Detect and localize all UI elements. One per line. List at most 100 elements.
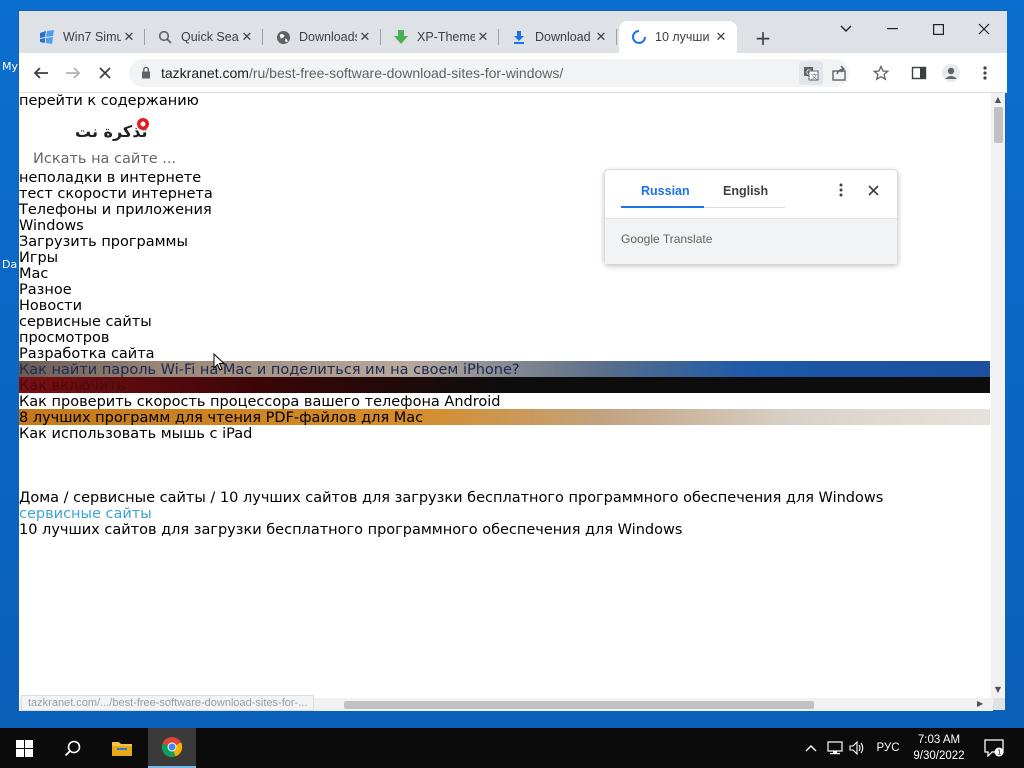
vertical-scrollbar[interactable]: ▲ ▼ bbox=[991, 93, 1005, 698]
close-icon[interactable]: ✕ bbox=[713, 29, 729, 45]
tab-xp-theme[interactable]: XP-Theme ✕ bbox=[381, 21, 499, 53]
green-arrow-favicon bbox=[393, 29, 409, 45]
maximize-button[interactable] bbox=[915, 15, 961, 43]
desktop-icon-label[interactable]: Da bbox=[2, 258, 17, 271]
close-icon[interactable]: ✕ bbox=[121, 29, 137, 45]
nav-item[interactable]: Mac bbox=[19, 266, 48, 282]
scrollbar-thumb[interactable] bbox=[994, 107, 1003, 143]
volume-icon[interactable] bbox=[846, 728, 868, 768]
mouse-cursor-icon bbox=[213, 353, 225, 371]
close-icon[interactable]: ✕ bbox=[357, 29, 373, 45]
web-page-content: перейти к содержанию تذكرة نت Искать на … bbox=[19, 93, 993, 698]
featured-image[interactable] bbox=[19, 377, 990, 393]
share-icon[interactable] bbox=[827, 61, 851, 85]
close-icon[interactable]: ✕ bbox=[475, 29, 491, 45]
new-tab-button[interactable]: + bbox=[751, 26, 775, 50]
win7-favicon bbox=[39, 29, 55, 45]
source-language-tab[interactable]: Russian bbox=[641, 184, 690, 198]
nav-item[interactable]: просмотров bbox=[19, 330, 109, 346]
tab-title: 10 лучши bbox=[655, 30, 710, 44]
tab-strip: Win7 Simu ✕ Quick Sear ✕ Downloads ✕ XP-… bbox=[19, 11, 1007, 53]
show-hidden-icons-chevron-icon[interactable] bbox=[800, 728, 822, 768]
clock-date: 9/30/2022 bbox=[913, 750, 965, 762]
scroll-right-arrow-icon[interactable]: ▶ bbox=[977, 699, 983, 708]
search-icon bbox=[64, 740, 80, 756]
close-window-button[interactable] bbox=[961, 15, 1007, 43]
side-panel-icon[interactable] bbox=[905, 59, 933, 87]
scroll-up-arrow-icon[interactable]: ▲ bbox=[993, 95, 1003, 104]
start-button[interactable] bbox=[0, 728, 48, 768]
nav-item[interactable]: Windows bbox=[19, 218, 84, 234]
featured-article-link[interactable]: 8 лучших программ для чтения PDF-файлов … bbox=[19, 410, 423, 426]
nav-item[interactable]: сервисные сайты bbox=[19, 314, 152, 330]
search-button[interactable] bbox=[48, 728, 96, 768]
address-bar[interactable]: tazkranet.com/ru/best-free-software-down… bbox=[129, 59, 849, 87]
translate-icon[interactable]: G文 bbox=[799, 61, 823, 85]
featured-article-link[interactable]: Как найти пароль Wi-Fi на Mac и поделить… bbox=[19, 362, 520, 378]
profile-avatar-icon[interactable] bbox=[937, 59, 965, 87]
network-icon[interactable] bbox=[824, 728, 846, 768]
breadcrumb: Дома / сервисные сайты / 10 лучших сайто… bbox=[19, 490, 884, 506]
tab-quick-search[interactable]: Quick Sear ✕ bbox=[145, 21, 263, 53]
status-bubble: tazkranet.com/.../best-free-software-dow… bbox=[21, 695, 315, 711]
featured-article-link[interactable]: Как проверить скорость процессора вашего… bbox=[19, 394, 501, 410]
nav-item[interactable]: Разработка сайта bbox=[19, 346, 155, 362]
folder-icon bbox=[112, 742, 132, 756]
category-link[interactable]: сервисные сайты bbox=[19, 506, 152, 522]
globe-favicon bbox=[275, 29, 291, 45]
nav-item[interactable]: неполадки в интернете bbox=[19, 170, 201, 186]
forward-button[interactable] bbox=[59, 59, 87, 87]
tab-title: Quick Sear bbox=[181, 30, 239, 44]
chrome-icon bbox=[161, 737, 183, 758]
tab-title: Downloads bbox=[299, 30, 357, 44]
tab-title: Download bbox=[535, 30, 591, 44]
scrollbar-thumb[interactable] bbox=[344, 701, 814, 709]
lock-icon[interactable] bbox=[141, 66, 151, 79]
stop-loading-button[interactable] bbox=[91, 59, 119, 87]
close-icon[interactable]: ✕ bbox=[593, 29, 609, 45]
action-center-icon[interactable]: 1 bbox=[978, 728, 1010, 768]
tab-title: Win7 Simu bbox=[63, 30, 121, 44]
nav-item[interactable]: Новости bbox=[19, 298, 82, 314]
tab-search-chevron-icon[interactable] bbox=[823, 15, 869, 43]
nav-item[interactable]: Игры bbox=[19, 250, 58, 266]
nav-item[interactable]: Загрузить программы bbox=[19, 234, 188, 250]
featured-article-link[interactable]: Как использовать мышь с iPad bbox=[19, 426, 252, 442]
chrome-taskbar-button[interactable] bbox=[148, 728, 196, 768]
file-explorer-button[interactable] bbox=[98, 728, 146, 768]
close-icon[interactable] bbox=[863, 180, 883, 200]
tab-win7-simu[interactable]: Win7 Simu ✕ bbox=[27, 21, 145, 53]
scroll-down-arrow-icon[interactable]: ▼ bbox=[993, 685, 1003, 694]
google-translate-popup: Russian English Google Translate bbox=[604, 169, 898, 264]
tab-download[interactable]: Download ✕ bbox=[499, 21, 617, 53]
featured-article-link[interactable]: Как включить bbox=[19, 378, 125, 394]
url-host: tazkranet.com bbox=[161, 65, 249, 81]
minimize-button[interactable] bbox=[869, 15, 915, 43]
nav-item[interactable]: Разное bbox=[19, 282, 72, 298]
close-icon[interactable]: ✕ bbox=[239, 29, 255, 45]
download-favicon bbox=[511, 29, 527, 45]
logo-text: تذكرة نت bbox=[75, 122, 147, 141]
system-clock[interactable]: 7:03 AM 9/30/2022 bbox=[906, 732, 972, 764]
url-text[interactable]: tazkranet.com/ru/best-free-software-down… bbox=[161, 65, 563, 81]
more-menu-icon[interactable] bbox=[971, 59, 999, 87]
windows-taskbar: РУС 7:03 AM 9/30/2022 1 bbox=[0, 728, 1024, 768]
more-options-icon[interactable] bbox=[831, 180, 851, 200]
site-search-input[interactable]: Искать на сайте ... bbox=[23, 149, 225, 170]
loading-spinner-icon bbox=[631, 29, 647, 45]
desktop-icon-label[interactable]: My bbox=[2, 60, 18, 73]
tab-title: XP-Theme bbox=[417, 30, 475, 44]
nav-item[interactable]: Телефоны и приложения bbox=[19, 202, 212, 218]
back-button[interactable] bbox=[27, 59, 55, 87]
article-title: 10 лучших сайтов для загрузки бесплатног… bbox=[19, 522, 683, 538]
notification-count: 1 bbox=[997, 750, 1001, 757]
input-language-indicator[interactable]: РУС bbox=[872, 728, 904, 768]
skip-to-content-link[interactable]: перейти к содержанию bbox=[19, 93, 199, 109]
clock-time: 7:03 AM bbox=[917, 734, 961, 746]
nav-item[interactable]: тест скорости интернета bbox=[19, 186, 213, 202]
tab-downloads[interactable]: Downloads ✕ bbox=[263, 21, 381, 53]
target-language-tab[interactable]: English bbox=[723, 184, 768, 198]
bookmark-star-icon[interactable] bbox=[867, 59, 895, 87]
site-logo[interactable]: تذكرة نت bbox=[73, 113, 153, 145]
tab-active-article[interactable]: 10 лучши ✕ bbox=[619, 21, 737, 53]
